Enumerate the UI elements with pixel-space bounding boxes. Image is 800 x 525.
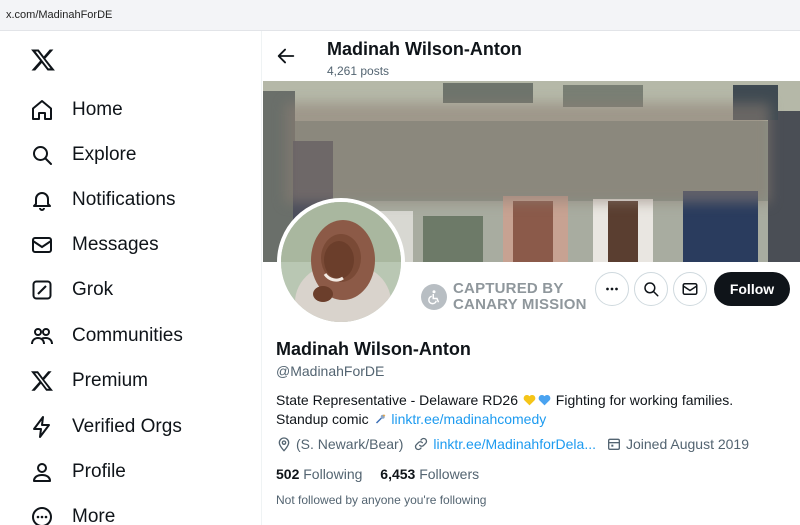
grok-icon <box>28 276 56 304</box>
person-icon <box>28 458 56 486</box>
watermark-line1: CAPTURED BY <box>453 280 564 297</box>
sidebar-item-label: More <box>72 506 116 525</box>
header-name: Madinah Wilson-Anton <box>327 39 522 59</box>
followers-label: Followers <box>419 466 480 482</box>
following-link[interactable]: 502 Following <box>276 466 362 482</box>
blurred-region <box>285 103 770 203</box>
sidebar-item-label: Explore <box>72 144 137 165</box>
message-button[interactable] <box>673 272 707 306</box>
avatar[interactable] <box>277 198 405 326</box>
joined-text: Joined August 2019 <box>626 436 749 452</box>
profile-name: Madinah Wilson-Anton <box>276 339 471 359</box>
search-profile-button[interactable] <box>634 272 668 306</box>
browser-address-bar[interactable]: x.com/MadinahForDE <box>0 0 800 31</box>
link-icon <box>415 437 428 451</box>
location-pin-icon <box>278 437 290 452</box>
sidebar-item-verified-orgs[interactable]: Verified Orgs <box>28 409 182 445</box>
follow-stats: 502 Following 6,453 Followers <box>276 466 479 482</box>
wheelchair-icon <box>421 284 447 310</box>
microphone-emoji-icon <box>375 414 385 424</box>
location-text: (S. Newark/Bear) <box>296 436 404 452</box>
watermark-line2: CANARY MISSION <box>453 296 587 313</box>
home-icon <box>28 96 56 124</box>
bio-line-2: Standup comic <box>276 411 369 427</box>
sidebar-item-label: Grok <box>72 279 114 300</box>
avatar-photo <box>281 202 401 322</box>
sidebar-item-home[interactable]: Home <box>28 92 123 128</box>
following-label: Following <box>303 466 363 482</box>
profile-header-bar: Madinah Wilson-Anton 4,261 posts <box>263 31 800 81</box>
mail-icon <box>682 283 698 295</box>
follow-button[interactable]: Follow <box>714 272 790 306</box>
sidebar-item-label: Communities <box>72 325 183 346</box>
sidebar-item-explore[interactable]: Explore <box>28 137 136 173</box>
followers-link[interactable]: 6,453 Followers <box>380 466 479 482</box>
profile-handle: @MadinahForDE <box>276 363 385 379</box>
sidebar-item-grok[interactable]: Grok <box>28 272 113 308</box>
followers-count: 6,453 <box>380 466 416 482</box>
sidebar-item-more[interactable]: More <box>28 499 115 525</box>
search-icon <box>28 141 56 169</box>
x-logo-icon <box>28 367 56 395</box>
website-link[interactable]: linktr.ee/MadinahforDela... <box>433 436 596 452</box>
profile-bio: State Representative - Delaware RD26 Fig… <box>276 391 786 429</box>
sidebar-item-profile[interactable]: Profile <box>28 454 126 490</box>
bio-link[interactable]: linktr.ee/madinahcomedy <box>391 411 546 427</box>
sidebar-item-label: Verified Orgs <box>72 416 182 437</box>
x-logo-icon[interactable] <box>30 47 56 73</box>
followed-by-note: Not followed by anyone you're following <box>276 493 487 507</box>
sidebar-item-communities[interactable]: Communities <box>28 318 183 354</box>
more-options-button[interactable] <box>595 272 629 306</box>
url-text[interactable]: x.com/MadinahForDE <box>6 9 112 21</box>
sidebar-item-label: Premium <box>72 370 149 391</box>
bio-text-2: Fighting for working families. <box>555 392 734 408</box>
website-item[interactable]: linktr.ee/MadinahforDela... <box>413 436 596 452</box>
profile-meta: (S. Newark/Bear) linktr.ee/MadinahforDel… <box>276 436 759 452</box>
yellow-heart-icon <box>523 394 536 406</box>
sidebar-item-messages[interactable]: Messages <box>28 227 159 263</box>
sidebar-item-label: Profile <box>72 461 126 482</box>
people-icon <box>28 322 56 350</box>
sidebar-item-premium[interactable]: Premium <box>28 363 148 399</box>
sidebar-item-notifications[interactable]: Notifications <box>28 182 176 218</box>
sidebar: Home Explore Notifications Messages Grok… <box>0 31 262 525</box>
location-item: (S. Newark/Bear) <box>276 436 403 452</box>
sidebar-item-label: Home <box>72 99 123 120</box>
sidebar-item-label: Notifications <box>72 189 176 210</box>
profile-main: Madinah Wilson-Anton 4,261 posts CAPTURE… <box>263 31 800 525</box>
ellipsis-icon <box>606 287 618 291</box>
calendar-icon <box>608 438 620 450</box>
watermark: CAPTURED BY CANARY MISSION <box>421 279 587 315</box>
bio-text: State Representative - Delaware RD26 <box>276 392 519 408</box>
blue-heart-icon <box>538 394 551 406</box>
search-icon <box>644 282 659 297</box>
bell-icon <box>28 186 56 214</box>
post-count: 4,261 posts <box>327 64 390 78</box>
lightning-icon <box>28 413 56 441</box>
following-count: 502 <box>276 466 300 482</box>
more-circle-icon <box>28 503 56 525</box>
mail-icon <box>28 231 56 259</box>
joined-item: Joined August 2019 <box>606 436 749 452</box>
back-arrow-icon[interactable] <box>275 45 297 67</box>
sidebar-item-label: Messages <box>72 234 159 255</box>
